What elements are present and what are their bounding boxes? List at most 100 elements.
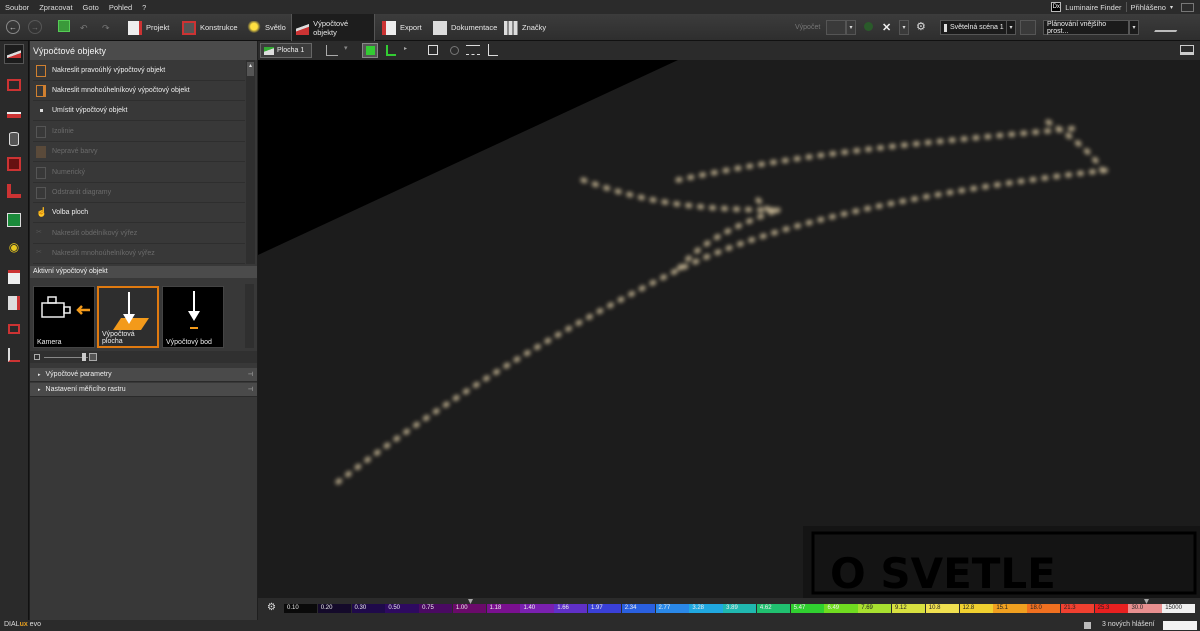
collapsible-label: Nastavení měřicího rastru bbox=[45, 386, 126, 393]
calc-dropdown-arrow[interactable]: ▾ bbox=[846, 20, 856, 35]
item-isolines[interactable]: Izolinie bbox=[33, 122, 245, 142]
item-false-colors[interactable]: Nepravé barvy bbox=[33, 142, 245, 162]
scale-cell: 0.10 bbox=[284, 604, 318, 613]
tab-konstrukce[interactable]: Konstrukce bbox=[178, 14, 242, 41]
table-icon[interactable] bbox=[4, 105, 24, 125]
item-numeric[interactable]: Numerický bbox=[33, 163, 245, 183]
orbit-icon[interactable] bbox=[450, 46, 459, 55]
tab-projekt[interactable]: Projekt bbox=[124, 14, 173, 41]
menu-zpracovat[interactable]: Zpracovat bbox=[34, 3, 77, 12]
item-label: Odstranit diagramy bbox=[52, 189, 112, 196]
green-box-view-button[interactable] bbox=[362, 43, 378, 58]
tab-dokumentace[interactable]: Dokumentace bbox=[429, 14, 501, 41]
zoom-extent-icon[interactable] bbox=[428, 45, 438, 55]
panel-scrollbar[interactable]: ▴ bbox=[246, 60, 255, 264]
planning-select[interactable]: Plánování vnějšího prost... bbox=[1043, 20, 1129, 35]
cancel-dropdown-arrow[interactable]: ▾ bbox=[899, 20, 909, 35]
slider-thumb[interactable] bbox=[82, 353, 86, 361]
notification-text[interactable]: 3 nových hlášení bbox=[1102, 621, 1155, 628]
watermark-text: O SVETLE bbox=[830, 549, 1056, 598]
polygon-cut-icon: ✂ bbox=[36, 248, 42, 256]
window-controls[interactable] bbox=[1181, 2, 1194, 12]
tab-znacky[interactable]: Značky bbox=[500, 14, 550, 41]
login-menu[interactable]: Přihlášeno bbox=[1131, 3, 1166, 12]
eye-icon[interactable]: ◉ bbox=[4, 237, 24, 257]
play-arrow-icon[interactable]: ▸ bbox=[404, 45, 407, 52]
light-scene-dropdown-arrow[interactable]: ▾ bbox=[1006, 20, 1016, 35]
pin-icon[interactable]: ⊣ bbox=[248, 386, 253, 393]
menu-pohled[interactable]: Pohled bbox=[104, 3, 137, 12]
save-icon[interactable] bbox=[58, 20, 70, 32]
planning-value: Plánování vnějšího prost... bbox=[1047, 20, 1107, 35]
scene-settings-button[interactable] bbox=[1020, 20, 1036, 35]
undo-icon[interactable]: ↶ bbox=[80, 23, 88, 34]
green-l-icon[interactable] bbox=[386, 45, 396, 56]
emergency-exit-icon[interactable] bbox=[4, 210, 24, 230]
menu-help[interactable]: ? bbox=[137, 3, 151, 12]
back-arrow-icon[interactable]: ← bbox=[6, 20, 20, 34]
tab-export[interactable]: Export bbox=[378, 14, 426, 41]
scroll-up-icon[interactable]: ▴ bbox=[247, 62, 254, 76]
tile-calc-surface[interactable]: Výpočtová plocha bbox=[97, 286, 159, 348]
layout-icon[interactable] bbox=[326, 45, 338, 56]
progress-box bbox=[1163, 621, 1197, 630]
remove-diagrams-icon bbox=[36, 186, 46, 199]
diagram-icon[interactable] bbox=[4, 267, 24, 287]
brand-ux: ux bbox=[19, 621, 28, 628]
hierarchy-icon[interactable] bbox=[4, 345, 24, 365]
item-polygon-cut[interactable]: ✂ Nakreslit mnohoúhelníkový výřez bbox=[33, 244, 245, 264]
measure-icon[interactable] bbox=[466, 45, 480, 55]
report-icon[interactable] bbox=[4, 293, 24, 313]
l-shape-icon[interactable] bbox=[4, 181, 24, 201]
calc-start-button[interactable] bbox=[826, 20, 846, 35]
chevron-down-icon[interactable]: ▾ bbox=[1170, 4, 1173, 11]
item-polygon-calc-object[interactable]: Nakreslit mnohoúhelníkový výpočtový obje… bbox=[33, 81, 245, 101]
item-remove-diagrams[interactable]: Odstranit diagramy bbox=[33, 183, 245, 203]
tile-size-slider[interactable] bbox=[30, 351, 257, 363]
gear-icon[interactable]: ⚙ bbox=[916, 20, 926, 33]
frame-icon[interactable] bbox=[4, 319, 24, 339]
tab-vypoctove-objekty[interactable]: Výpočtové objekty bbox=[291, 14, 375, 41]
tile-calc-point[interactable]: Výpočtový bod bbox=[162, 286, 224, 348]
tab-label: Export bbox=[400, 23, 422, 32]
3d-viewport[interactable]: O SVETLE bbox=[258, 60, 1200, 598]
collapsible-calc-params[interactable]: ▸ Výpočtové parametry ⊣ bbox=[30, 368, 257, 382]
tile-camera[interactable]: Kamera bbox=[33, 286, 95, 348]
calc-objects-strip-icon[interactable] bbox=[4, 44, 24, 64]
tiles-scrollbar[interactable] bbox=[245, 284, 254, 348]
construction-icon bbox=[182, 20, 196, 35]
axis-icon[interactable] bbox=[488, 44, 498, 56]
notification-icon[interactable] bbox=[1084, 622, 1091, 629]
luminaire-finder-link[interactable]: Luminaire Finder bbox=[1065, 3, 1121, 12]
item-label: Umístit výpočtový objekt bbox=[52, 107, 128, 114]
tile-label: Výpočtová plocha bbox=[102, 331, 135, 345]
scale-settings-icon[interactable]: ⚙ bbox=[267, 602, 276, 613]
item-rect-calc-object[interactable]: Nakreslit pravoúhlý výpočtový objekt bbox=[33, 61, 245, 81]
scene-render: O SVETLE bbox=[258, 60, 1200, 598]
isolines-icon bbox=[36, 125, 46, 138]
room-red-box-icon[interactable] bbox=[4, 75, 24, 95]
light-icon bbox=[247, 20, 261, 35]
collapsible-label: Výpočtové parametry bbox=[45, 371, 112, 378]
ground-plane-icon[interactable] bbox=[1154, 22, 1182, 32]
item-place-calc-object[interactable]: Umístit výpočtový objekt bbox=[33, 101, 245, 121]
light-scene-select[interactable]: Světelná scéna 1 bbox=[940, 20, 1008, 35]
menu-goto[interactable]: Goto bbox=[78, 3, 104, 12]
watermark-logo: O SVETLE bbox=[803, 526, 1200, 598]
scale-cell: 15000 bbox=[1162, 604, 1196, 613]
item-surface-selection[interactable]: ☝ Volba ploch bbox=[33, 203, 245, 223]
red-cube-icon[interactable] bbox=[4, 154, 24, 174]
cylinder-icon[interactable] bbox=[4, 129, 24, 149]
pin-icon[interactable]: ⊣ bbox=[248, 371, 253, 378]
collapsible-grid-settings[interactable]: ▸ Nastavení měřicího rastru ⊣ bbox=[30, 383, 257, 397]
green-cube-icon bbox=[365, 46, 375, 55]
tab-plocha-1[interactable]: Plocha 1 bbox=[260, 43, 312, 58]
tab-svetlo[interactable]: Světlo bbox=[243, 14, 290, 41]
item-rect-cut[interactable]: ✂ Nakreslit obdélníkový výřez bbox=[33, 224, 245, 244]
monitor-icon[interactable] bbox=[1180, 45, 1194, 55]
cancel-calc-icon[interactable]: ✕ bbox=[882, 21, 891, 34]
planning-dropdown-arrow[interactable]: ▾ bbox=[1129, 20, 1139, 35]
menu-soubor[interactable]: Soubor bbox=[0, 3, 34, 12]
forward-arrow-icon[interactable]: → bbox=[28, 20, 42, 34]
redo-icon[interactable]: ↷ bbox=[102, 23, 110, 34]
